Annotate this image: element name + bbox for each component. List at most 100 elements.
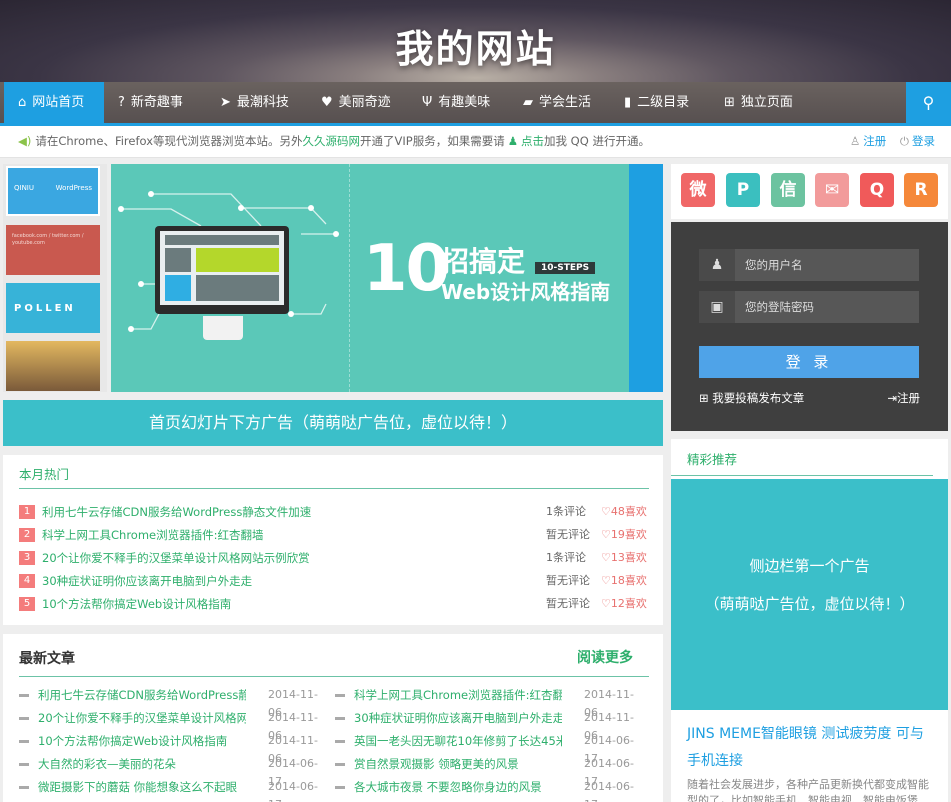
post-title[interactable]: 30种症状证明你应该离开电脑到户外走走 [354, 709, 562, 727]
main-nav: ⌂ 网站首页 ? 新奇趣事 ➤ 最潮科技 ♥ 美丽奇迹 Ψ 有趣美味 ▰ 学会生活 ▮ 二级目… [0, 82, 951, 123]
notice-link-click[interactable]: 点击 [521, 134, 544, 148]
post-title[interactable]: 赏自然景观摄影 领略更美的风景 [354, 755, 562, 773]
like-count[interactable]: ♡13喜欢 [601, 549, 647, 567]
slider-thumb-4[interactable] [6, 341, 100, 391]
post-title[interactable]: 利用七牛云存储CDN服务给WordPress静态 [38, 686, 246, 704]
register-link[interactable]: 注册 [863, 134, 886, 148]
post-date: 2014-06-17 [584, 780, 634, 802]
hot-item-title[interactable]: 10个方法帮你搞定Web设计风格指南 [42, 595, 231, 613]
latest-posts-panel: 最新文章 阅读更多 利用七牛云存储CDN服务给WordPress静态 2014-1… [3, 634, 663, 802]
comment-count[interactable]: 暂无评论 [546, 595, 590, 613]
username-field[interactable]: ♟ 您的用户名 [699, 249, 919, 281]
slide-divider [349, 164, 350, 392]
nav-item-home[interactable]: ⌂ 网站首页 [4, 82, 104, 123]
qq-icon[interactable]: Q [860, 173, 894, 207]
login-button[interactable]: 登 录 [699, 346, 919, 378]
hot-item: 1 利用七牛云存储CDN服务给WordPress静态文件加速 1条评论 ♡48喜… [19, 503, 649, 521]
heart-icon: ♡ [601, 505, 611, 518]
nav-item-life[interactable]: ▰ 学会生活 [523, 82, 591, 123]
divider [19, 488, 649, 489]
nav-item-tech[interactable]: ➤ 最潮科技 [220, 82, 289, 123]
comment-count[interactable]: 暂无评论 [546, 572, 590, 590]
slide-title: 招搞定 [441, 245, 526, 278]
like-count[interactable]: ♡19喜欢 [601, 526, 647, 544]
monitor-illustration [155, 226, 289, 314]
list-item: 赏自然景观摄影 领略更美的风景 2014-06-17 [335, 755, 645, 788]
post-title[interactable]: 微距摄影下的蘑菇 你能想象这么不起眼 [38, 778, 246, 796]
heart-icon: ♡ [601, 574, 611, 587]
hot-item-title[interactable]: 科学上网工具Chrome浏览器插件:红杏翻墙 [42, 526, 263, 544]
post-title[interactable]: 20个让你爱不释手的汉堡菜单设计风格网 [38, 709, 246, 727]
comment-count[interactable]: 1条评论 [546, 549, 586, 567]
site-title[interactable]: 我的网站 [0, 18, 951, 73]
nav-item-novelty[interactable]: ? 新奇趣事 [118, 82, 183, 123]
cutlery-icon: Ψ [422, 95, 433, 110]
like-count[interactable]: ♡18喜欢 [601, 572, 647, 590]
tencent-weibo-icon[interactable]: P [726, 173, 760, 207]
social-icons: 微 P 信 ✉ Q R [671, 164, 948, 219]
slider-thumb-3[interactable]: POLLEN [6, 283, 100, 333]
comment-count[interactable]: 1条评论 [546, 503, 586, 521]
hot-item: 4 30种症状证明你应该离开电脑到户外走走 暂无评论 ♡18喜欢 [19, 572, 649, 590]
like-count[interactable]: ♡48喜欢 [601, 503, 647, 521]
list-item: 30种症状证明你应该离开电脑到户外走走 2014-11-06 [335, 709, 645, 742]
nav-item-food[interactable]: Ψ 有趣美味 [422, 82, 490, 123]
latest-heading: 最新文章 [19, 651, 75, 667]
post-title[interactable]: 10个方法帮你搞定Web设计风格指南 [38, 732, 246, 750]
slider-thumb-2[interactable]: facebook.com / twitter.com / youtube.com [6, 225, 100, 275]
like-count[interactable]: ♡12喜欢 [601, 595, 647, 613]
user-icon: ♙ [849, 134, 861, 148]
weibo-icon[interactable]: 微 [681, 173, 715, 207]
search-button[interactable]: ⚲ [906, 82, 951, 123]
slider-thumb-1[interactable]: QINIU WordPress [6, 166, 100, 216]
nav-item-subcategory[interactable]: ▮ 二级目录 [624, 82, 689, 123]
hot-item-title[interactable]: 30种症状证明你应该离开电脑到户外走走 [42, 572, 252, 590]
qq-icon: ♟ [507, 134, 519, 148]
post-date: 2014-06-17 [268, 780, 318, 802]
contribute-link[interactable]: ⊞ 我要投稿发布文章 [699, 390, 804, 406]
list-item: 英国一老头因无聊花10年修剪了长达45米 2014-06-17 [335, 732, 645, 765]
recommend-article-summary: 随着社会发展进步，各种产品更新换代都变成智能型的了，比如智能手机、智能电视、智能… [687, 778, 929, 802]
home-icon: ⌂ [18, 95, 27, 110]
register-link[interactable]: ⇥注册 [887, 390, 920, 406]
nav-item-page[interactable]: ⊞ 独立页面 [724, 82, 793, 123]
list-item: 微距摄影下的蘑菇 你能想象这么不起眼 2014-06-17 [19, 778, 329, 802]
read-more-link[interactable]: 阅读更多 [577, 647, 633, 667]
plus-square-icon: ⊞ [699, 391, 709, 405]
slider-thumbnails: QINIU WordPress facebook.com / twitter.c… [3, 164, 107, 392]
notice-link-source[interactable]: 久久源码网 [303, 134, 361, 148]
hot-heading: 本月热门 [19, 467, 70, 482]
list-item: 大自然的彩衣—美丽的花朵 2014-06-17 [19, 755, 329, 788]
home-ad-banner[interactable]: 首页幻灯片下方广告（萌萌哒广告位，虚位以待！） [3, 400, 663, 446]
sidebar-ad[interactable]: 侧边栏第一个广告 （萌萌哒广告位，虚位以待！） [671, 479, 948, 710]
main-slider[interactable]: 10 招搞定 10-STEPS Web设计风格指南 [111, 164, 663, 392]
password-field[interactable]: ▣ 您的登陆密码 [699, 291, 919, 323]
nav-item-beauty[interactable]: ♥ 美丽奇迹 [321, 82, 391, 123]
notice-bar: ◀) 请在Chrome、Firefox等现代浏览器浏览本站。另外久久源码网开通了V… [0, 126, 951, 158]
login-link[interactable]: 登录 [912, 134, 935, 148]
slide-subtitle: Web设计风格指南 [441, 280, 611, 304]
rss-icon[interactable]: R [904, 173, 938, 207]
monitor-stand [203, 316, 243, 340]
recommend-article-title[interactable]: JINS MEME智能眼镜 测试疲劳度 可与手机连接 [687, 721, 937, 775]
power-icon: ⏻ [899, 134, 909, 148]
comment-count[interactable]: 暂无评论 [546, 526, 590, 544]
slide-number: 10 [363, 232, 450, 306]
post-title[interactable]: 大自然的彩衣—美丽的花朵 [38, 755, 246, 773]
hot-item-title[interactable]: 利用七牛云存储CDN服务给WordPress静态文件加速 [42, 503, 311, 521]
post-title[interactable]: 各大城市夜景 不要忽略你身边的风景 [354, 778, 562, 796]
search-icon: ⚲ [922, 93, 935, 112]
comment-icon: ▰ [523, 95, 533, 110]
hot-item-title[interactable]: 20个让你爱不释手的汉堡菜单设计风格网站示例欣赏 [42, 549, 310, 567]
post-title[interactable]: 英国一老头因无聊花10年修剪了长达45米 [354, 732, 562, 750]
list-item: 科学上网工具Chrome浏览器插件:红杏翻 2014-11-06 [335, 686, 645, 719]
question-icon: ? [118, 95, 125, 110]
list-item: 10个方法帮你搞定Web设计风格指南 2014-11-06 [19, 732, 329, 765]
slide-badge: 10-STEPS [535, 262, 596, 274]
post-title[interactable]: 科学上网工具Chrome浏览器插件:红杏翻 [354, 686, 562, 704]
divider [671, 475, 933, 476]
wechat-icon[interactable]: 信 [771, 173, 805, 207]
mail-icon[interactable]: ✉ [815, 173, 849, 207]
user-links: ♙ 注册 ⏻ 登录 [850, 126, 935, 157]
heart-icon: ♥ [321, 95, 333, 110]
